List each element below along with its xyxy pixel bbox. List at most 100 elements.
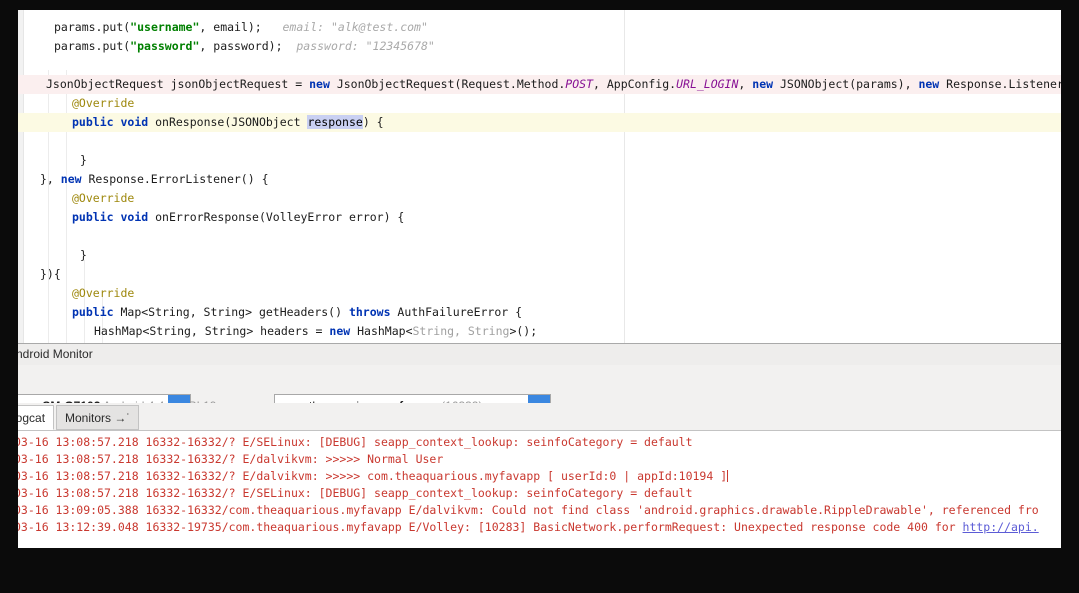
code-line-text: }	[80, 246, 87, 265]
code-token: HashMap<String, String> headers =	[94, 324, 329, 338]
android-monitor-toolbar: Samsung SM-G7102 Android 4.4.2, API 19 c…	[18, 365, 1061, 401]
code-token: email: "alk@test.com"	[262, 20, 428, 34]
code-token: onResponse(JSONObject	[148, 115, 307, 129]
code-token: , password);	[199, 39, 282, 53]
code-token: .put(	[96, 39, 131, 53]
code-token: "username"	[130, 20, 199, 34]
code-token: POST	[565, 77, 593, 91]
code-token: void	[120, 115, 148, 129]
code-token: Response.Listener	[939, 77, 1061, 91]
code-token: public	[72, 210, 114, 224]
code-token: JSONObject(params),	[773, 77, 918, 91]
code-line: }){	[18, 265, 1061, 284]
logcat-line-text: 03-16 13:08:57.218 16332-16332/? E/dalvi…	[18, 451, 443, 468]
code-line: public void onErrorResponse(VolleyError …	[18, 208, 1061, 227]
logcat-text: 03-16 13:08:57.218 16332-16332/? E/SELin…	[18, 486, 693, 500]
code-token: @Override	[72, 191, 134, 205]
code-token: String, String	[413, 324, 510, 338]
code-line: }, new Response.ErrorListener() {	[18, 170, 1061, 189]
logcat-line-text: 03-16 13:09:05.388 16332-16332/com.theaq…	[18, 502, 1039, 519]
code-token: , email);	[199, 20, 261, 34]
logcat-text: 03-16 13:08:57.218 16332-16332/? E/dalvi…	[18, 469, 727, 483]
code-token: .put(	[96, 20, 131, 34]
code-token: , AppConfig.	[593, 77, 676, 91]
code-token: public	[72, 305, 114, 319]
screenshot-frame: params.put("username", email); email: "a…	[0, 0, 1079, 593]
logcat-text: 03-16 13:09:05.388 16332-16332/com.theaq…	[18, 503, 1039, 517]
code-line-text: @Override	[72, 189, 134, 208]
code-token: }	[80, 153, 87, 167]
code-line: @Override	[18, 284, 1061, 303]
code-token: @Override	[72, 96, 134, 110]
code-line: params.put("username", email); email: "a…	[18, 18, 1061, 37]
tab-monitors[interactable]: Monitors →˙	[56, 405, 139, 430]
logcat-text: 03-16 13:08:57.218 16332-16332/? E/dalvi…	[18, 452, 443, 466]
code-token: ) {	[363, 115, 384, 129]
logcat-line-text: 03-16 13:08:57.218 16332-16332/? E/SELin…	[18, 434, 693, 451]
code-token: URL_LOGIN	[676, 77, 738, 91]
code-token: new	[918, 77, 939, 91]
logcat-line-text: 03-16 13:08:57.218 16332-16332/? E/SELin…	[18, 485, 693, 502]
code-line-text: }, new Response.ErrorListener() {	[40, 170, 269, 189]
code-line: params.put("password", password); passwo…	[18, 37, 1061, 56]
code-token: }	[80, 248, 87, 262]
code-token: >();	[509, 324, 537, 338]
code-line: JsonObjectRequest jsonObjectRequest = ne…	[18, 75, 1061, 94]
code-line-text: @Override	[72, 94, 134, 113]
code-token: Response.ErrorListener() {	[82, 172, 269, 186]
code-token: void	[120, 210, 148, 224]
code-line: HashMap<String, String> headers = new Ha…	[18, 322, 1061, 341]
code-token: params	[54, 20, 96, 34]
code-token: new	[329, 324, 350, 338]
logcat-text: 03-16 13:12:39.048 16332-19735/com.theaq…	[18, 520, 963, 534]
android-monitor-panel: Android Monitor Samsung SM-G7102 Android…	[18, 343, 1061, 548]
tab-logcat[interactable]: logcat	[18, 405, 54, 430]
code-token: params	[54, 39, 96, 53]
code-line	[18, 56, 1061, 75]
code-token: JsonObjectRequest(Request.Method.	[330, 77, 565, 91]
code-token: onErrorResponse(VolleyError error) {	[148, 210, 404, 224]
logcat-line-text: 03-16 13:12:39.048 16332-19735/com.theaq…	[18, 519, 1039, 536]
code-token: new	[309, 77, 330, 91]
code-line-text: JsonObjectRequest jsonObjectRequest = ne…	[46, 75, 1061, 94]
code-line-text: public Map<String, String> getHeaders() …	[72, 303, 522, 322]
code-token: new	[752, 77, 773, 91]
code-line-text: HashMap<String, String> headers = new Ha…	[94, 322, 537, 341]
logcat-link[interactable]: http://api.	[963, 520, 1039, 534]
code-line	[18, 132, 1061, 151]
code-line-text: }){	[40, 265, 61, 284]
text-caret	[727, 470, 728, 482]
code-line-text: params.put("username", email); email: "a…	[54, 18, 428, 37]
android-monitor-title: Android Monitor	[18, 344, 93, 365]
code-token: throws	[349, 305, 391, 319]
code-token: HashMap<	[350, 324, 412, 338]
code-editor[interactable]: params.put("username", email); email: "a…	[18, 10, 1061, 343]
code-token: JsonObjectRequest jsonObjectRequest =	[46, 77, 309, 91]
code-line-text: params.put("password", password); passwo…	[54, 37, 435, 56]
logcat-text: 03-16 13:08:57.218 16332-16332/? E/SELin…	[18, 435, 693, 449]
code-line: }	[18, 246, 1061, 265]
code-line-text: public void onErrorResponse(VolleyError …	[72, 208, 404, 227]
code-token: }){	[40, 267, 61, 281]
monitor-tabs-row: logcat Monitors →˙ Error	[18, 403, 1061, 431]
ide-window: params.put("username", email); email: "a…	[18, 10, 1061, 548]
code-line-text: public void onResponse(JSONObject respon…	[72, 113, 384, 132]
code-token: password: "12345678"	[283, 39, 435, 53]
android-monitor-title-bar: Android Monitor	[18, 343, 1061, 366]
logcat-line-text: 03-16 13:08:57.218 16332-16332/? E/dalvi…	[18, 468, 728, 485]
code-line: public Map<String, String> getHeaders() …	[18, 303, 1061, 322]
code-token: "password"	[130, 39, 199, 53]
code-line-text: }	[80, 151, 87, 170]
code-line-text: @Override	[72, 284, 134, 303]
code-token: AuthFailureError {	[391, 305, 523, 319]
code-token: response	[307, 115, 362, 129]
code-line: public void onResponse(JSONObject respon…	[18, 113, 1061, 132]
code-line: @Override	[18, 189, 1061, 208]
code-token: ,	[738, 77, 752, 91]
code-line: @Override	[18, 94, 1061, 113]
code-token: new	[61, 172, 82, 186]
code-line	[18, 227, 1061, 246]
code-line: }	[18, 151, 1061, 170]
logcat-output[interactable]: 03-16 13:08:57.218 16332-16332/? E/SELin…	[18, 431, 1061, 548]
code-token: Map<String, String> getHeaders()	[114, 305, 349, 319]
